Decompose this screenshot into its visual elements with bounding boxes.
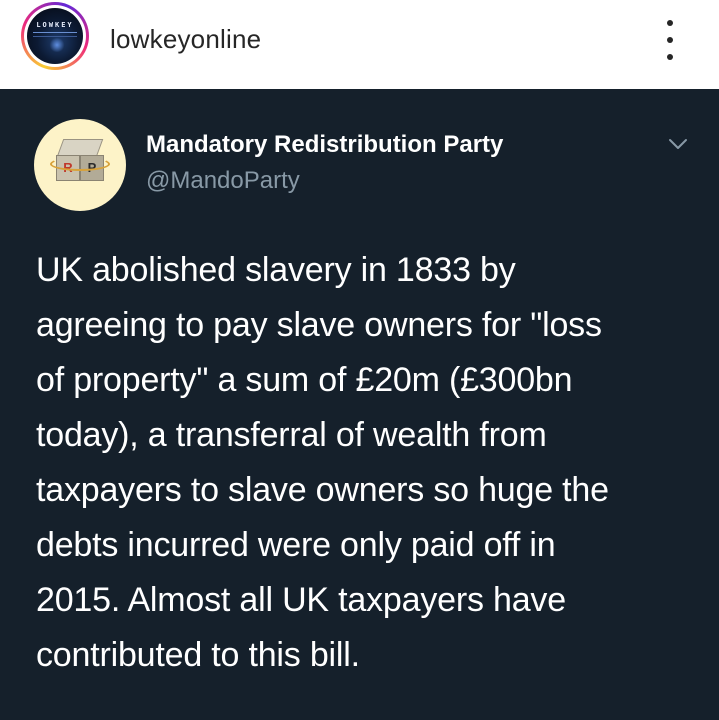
post-header: LOWKEY lowkeyonline xyxy=(0,0,719,89)
tweet-text-line: debts incurred were only paid off in xyxy=(36,526,556,564)
rp-cube-logo: R P xyxy=(50,135,110,195)
chevron-down-icon[interactable] xyxy=(668,137,688,151)
avatar-logo-lines xyxy=(33,32,77,37)
avatar-border: LOWKEY xyxy=(24,5,86,67)
tweet-text-line: 2015. Almost all UK taxpayers have xyxy=(36,581,566,619)
tweet-handle[interactable]: @MandoParty xyxy=(146,167,300,195)
profile-avatar[interactable]: LOWKEY xyxy=(21,2,89,70)
avatar-glow xyxy=(49,38,65,52)
more-dot xyxy=(667,54,673,60)
tweet-text-line: today), a transferral of wealth from xyxy=(36,416,547,454)
tweet-display-name[interactable]: Mandatory Redistribution Party xyxy=(146,131,503,159)
tweet-avatar[interactable]: R P xyxy=(34,119,126,211)
tweet-text-line: of property" a sum of £20m (£300bn xyxy=(36,361,573,399)
tweet-card: R P Mandatory Redistribution Party @Mand… xyxy=(0,89,719,720)
more-vertical-icon[interactable] xyxy=(662,20,678,60)
username-link[interactable]: lowkeyonline xyxy=(110,24,261,55)
tweet-text-line: agreeing to pay slave owners for "loss xyxy=(36,306,602,344)
more-dot xyxy=(667,20,673,26)
cube-ring xyxy=(50,157,110,171)
tweet-text-line: contributed to this bill. xyxy=(36,636,360,674)
avatar-image: LOWKEY xyxy=(27,8,83,64)
more-dot xyxy=(667,37,673,43)
tweet-text-line: taxpayers to slave owners so huge the xyxy=(36,471,609,509)
avatar-logo-text: LOWKEY xyxy=(36,21,74,29)
tweet-text-line: UK abolished slavery in 1833 by xyxy=(36,251,516,289)
tweet-text: UK abolished slavery in 1833 by agreeing… xyxy=(36,243,706,683)
